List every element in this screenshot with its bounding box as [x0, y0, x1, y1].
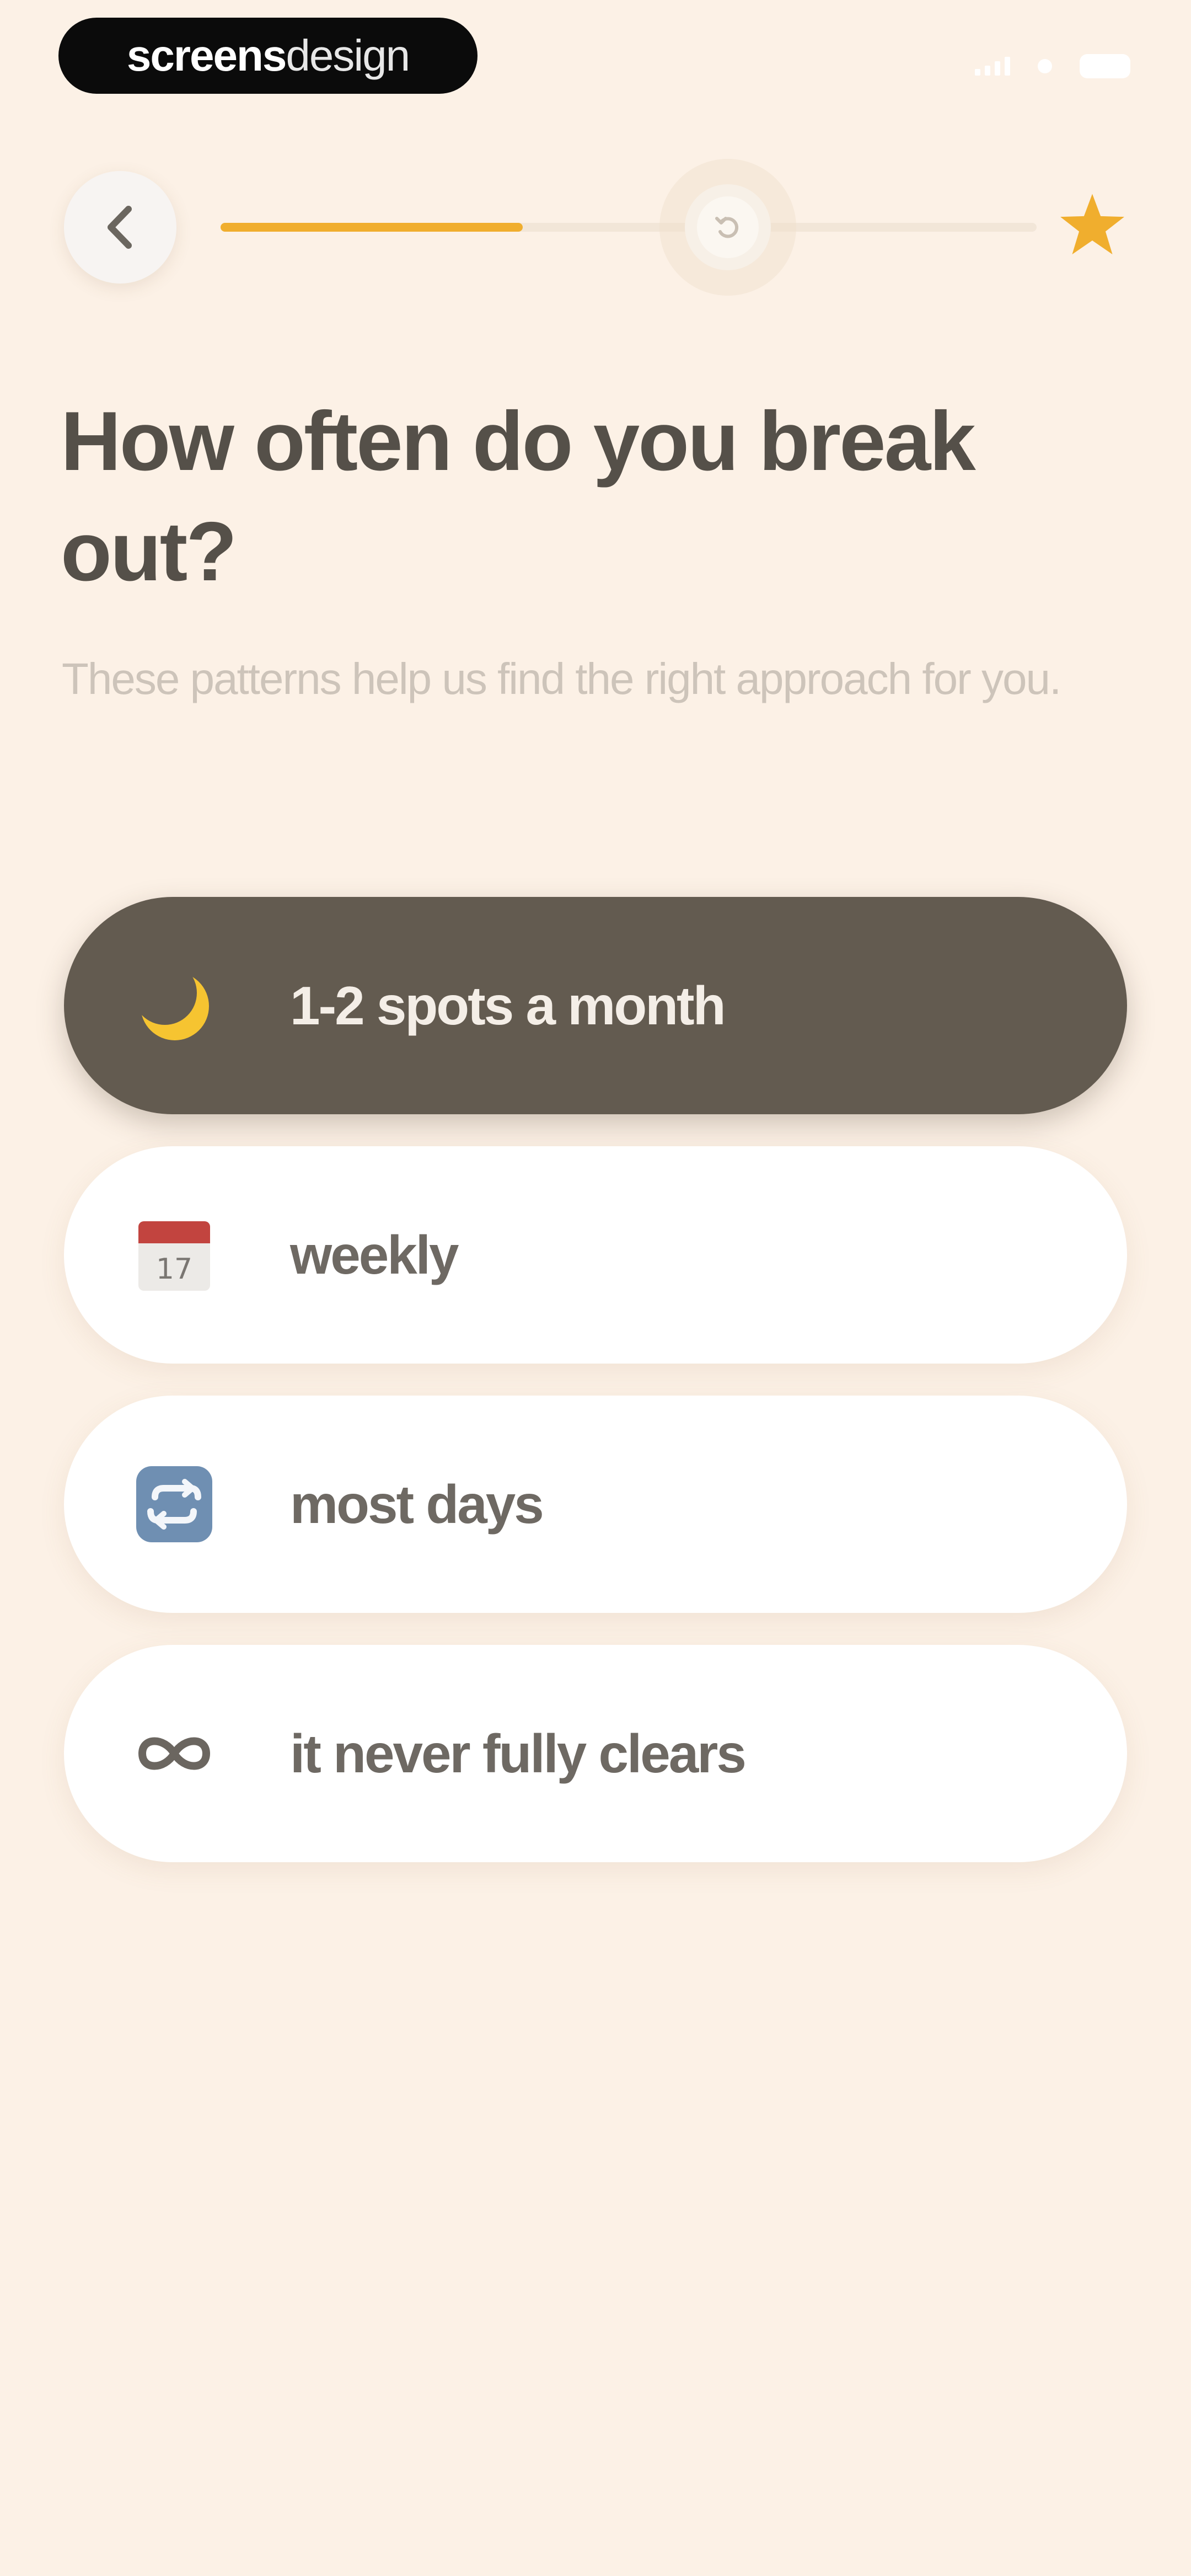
- progress-fill: [221, 223, 523, 232]
- screensdesign-watermark: screens design: [58, 18, 478, 94]
- option-label: weekly: [290, 1224, 459, 1285]
- back-button[interactable]: [64, 171, 176, 284]
- progress-track: [221, 223, 1037, 232]
- battery-icon: [1080, 54, 1130, 78]
- progress-marker: [685, 184, 771, 270]
- option-label: most days: [290, 1473, 544, 1535]
- calendar-icon: 17: [128, 1209, 221, 1301]
- chevron-left-icon: [108, 206, 132, 249]
- wifi-icon: [1038, 59, 1052, 73]
- answer-options: 1-2 spots a month 17 weekly most days it…: [64, 897, 1127, 1894]
- signal-icon: [975, 57, 1010, 76]
- option-weekly[interactable]: 17 weekly: [64, 1146, 1127, 1364]
- watermark-light: design: [286, 31, 410, 80]
- option-it-never-fully-clears[interactable]: it never fully clears: [64, 1645, 1127, 1862]
- calendar-day: 17: [156, 1253, 192, 1286]
- infinity-icon: [128, 1707, 221, 1800]
- watermark-bold: screens: [126, 31, 287, 80]
- crescent-moon-icon: [128, 959, 221, 1052]
- question-title: How often do you break out?: [61, 394, 976, 598]
- option-1-2-spots-a-month[interactable]: 1-2 spots a month: [64, 897, 1127, 1114]
- option-label: 1-2 spots a month: [290, 975, 726, 1036]
- onboarding-screen: screens design How often do you break out…: [0, 0, 1191, 2576]
- star-icon: [1060, 194, 1124, 255]
- question-subtitle: These patterns help us find the right ap…: [62, 654, 1061, 703]
- option-label: it never fully clears: [290, 1723, 747, 1784]
- repeat-icon: [128, 1458, 221, 1551]
- status-icons: [975, 54, 1130, 78]
- refresh-icon: [715, 217, 739, 238]
- option-most-days[interactable]: most days: [64, 1396, 1127, 1613]
